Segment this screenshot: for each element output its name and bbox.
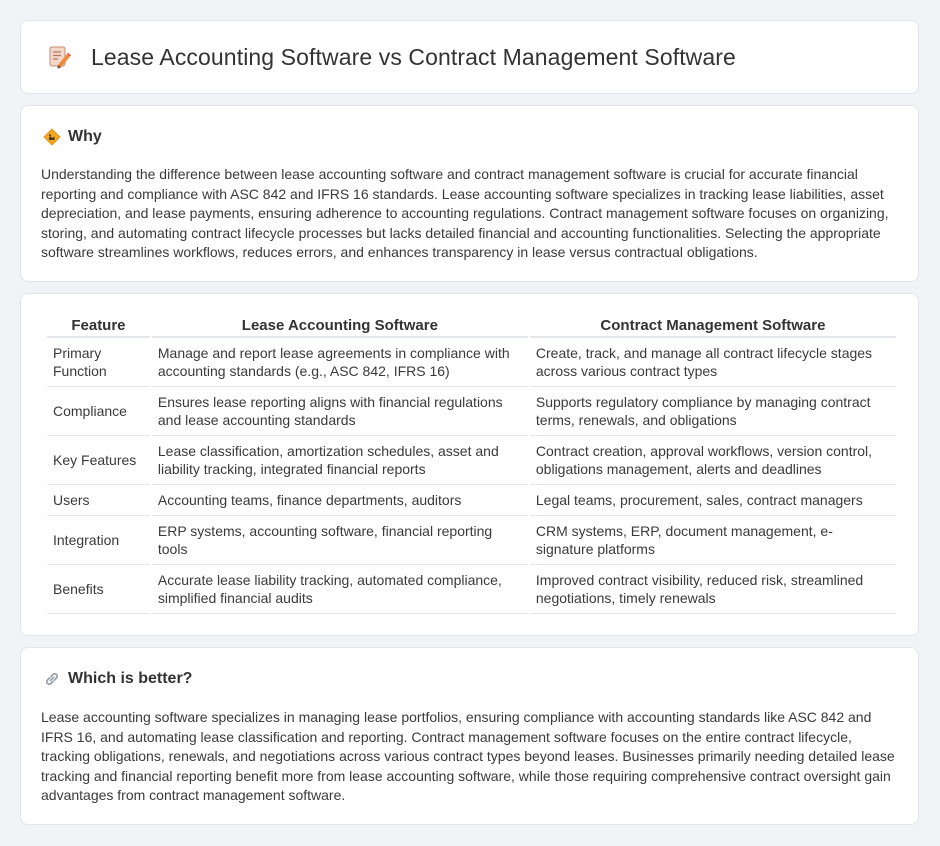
feature-cell: Compliance	[47, 387, 150, 436]
table-row: Key Features Lease classification, amort…	[47, 436, 896, 485]
table-row: Compliance Ensures lease reporting align…	[47, 387, 896, 436]
lease-cell: ERP systems, accounting software, financ…	[151, 516, 528, 565]
table-row: Benefits Accurate lease liability tracki…	[47, 565, 896, 614]
why-title: Why	[68, 128, 102, 145]
page-title: Lease Accounting Software vs Contract Ma…	[91, 43, 736, 70]
edit-document-icon	[45, 43, 73, 71]
feature-cell: Primary Function	[47, 338, 150, 387]
contract-cell: Improved contract visibility, reduced ri…	[529, 565, 896, 614]
lease-cell: Lease classification, amortization sched…	[151, 436, 528, 485]
better-title: Which is better?	[68, 670, 193, 687]
lease-cell: Accurate lease liability tracking, autom…	[151, 565, 528, 614]
lease-cell: Accounting teams, finance departments, a…	[151, 485, 528, 516]
contract-cell: CRM systems, ERP, document management, e…	[529, 516, 896, 565]
warning-sign-icon	[43, 128, 61, 146]
header-feature: Feature	[47, 316, 150, 338]
better-text: Lease accounting software specializes in…	[41, 709, 895, 804]
table-row: Integration ERP systems, accounting soft…	[47, 516, 896, 565]
feature-cell: Benefits	[47, 565, 150, 614]
table-row: Users Accounting teams, finance departme…	[47, 485, 896, 516]
comparison-table: Feature Lease Accounting Software Contra…	[45, 316, 898, 614]
contract-cell: Legal teams, procurement, sales, contrac…	[529, 485, 896, 516]
header-card: Lease Accounting Software vs Contract Ma…	[20, 20, 919, 94]
header-contract-management: Contract Management Software	[529, 316, 896, 338]
better-heading-row: Which is better?	[43, 670, 192, 688]
why-section: Why Understanding the difference between…	[20, 105, 919, 282]
table-header-row: Feature Lease Accounting Software Contra…	[47, 316, 896, 338]
contract-cell: Create, track, and manage all contract l…	[529, 338, 896, 387]
contract-cell: Contract creation, approval workflows, v…	[529, 436, 896, 485]
feature-cell: Key Features	[47, 436, 150, 485]
title-row: Lease Accounting Software vs Contract Ma…	[45, 43, 736, 71]
comparison-section: Feature Lease Accounting Software Contra…	[20, 293, 919, 636]
contract-cell: Supports regulatory compliance by managi…	[529, 387, 896, 436]
feature-cell: Integration	[47, 516, 150, 565]
lease-cell: Manage and report lease agreements in co…	[151, 338, 528, 387]
feature-cell: Users	[47, 485, 150, 516]
header-lease-accounting: Lease Accounting Software	[151, 316, 528, 338]
why-text: Understanding the difference between lea…	[41, 166, 889, 261]
lease-cell: Ensures lease reporting aligns with fina…	[151, 387, 528, 436]
why-heading-row: Why	[43, 128, 102, 146]
which-is-better-section: Which is better? Lease accounting softwa…	[20, 647, 919, 825]
link-icon	[43, 670, 61, 688]
table-row: Primary Function Manage and report lease…	[47, 338, 896, 387]
